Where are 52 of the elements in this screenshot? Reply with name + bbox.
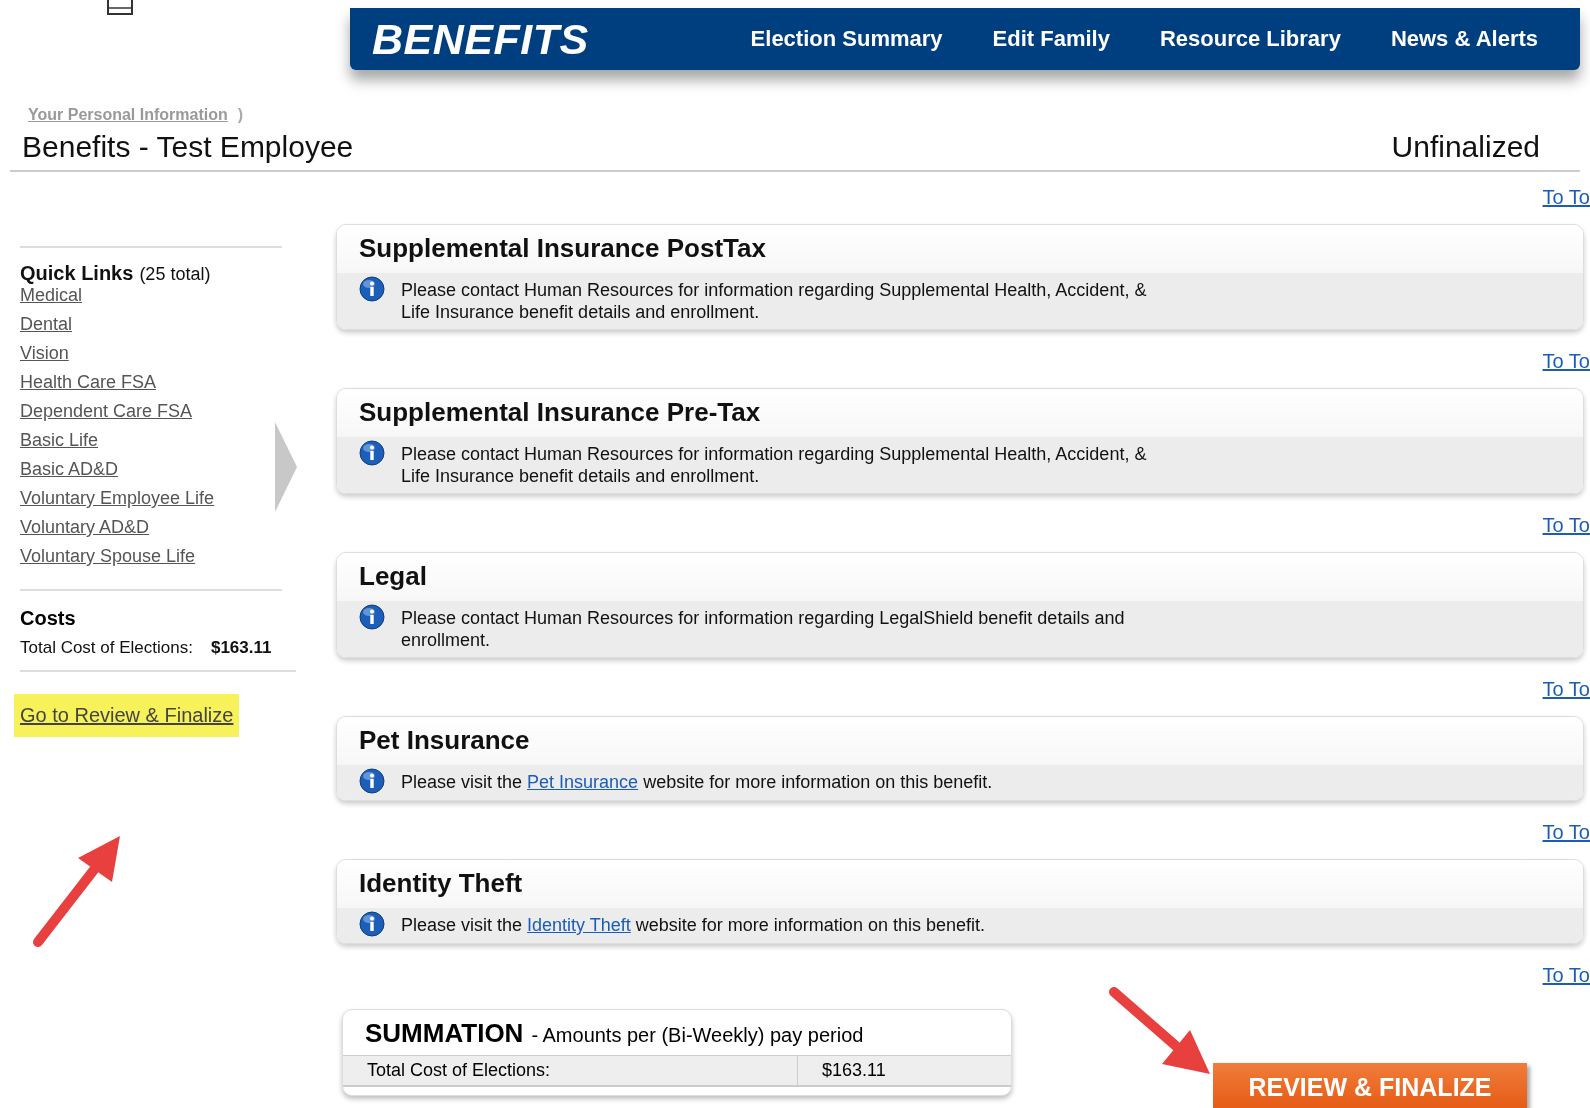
table-cell-text: $163.11 xyxy=(821,1059,887,1082)
to-top-link[interactable]: To To xyxy=(1542,514,1590,536)
quick-link[interactable]: Voluntary AD&D xyxy=(20,517,150,538)
nav-link[interactable]: Resource Library xyxy=(1159,26,1341,52)
info-message: Please visit the Pet Insurance website for more information on this benefit. xyxy=(401,771,994,793)
quick-link[interactable]: Dental xyxy=(20,314,73,335)
quick-link[interactable]: Voluntary Employee Life xyxy=(20,488,215,509)
benefit-link[interactable]: Identity Theft xyxy=(527,915,631,935)
cost-label: Total Cost of Elections: xyxy=(20,638,193,658)
nav-link[interactable]: Edit Family xyxy=(992,26,1110,52)
card-title: Supplemental Insurance PostTax xyxy=(337,225,1583,273)
cost-value: $163.11 xyxy=(210,638,272,658)
to-top-link[interactable]: To To xyxy=(1542,678,1590,700)
to-top-link[interactable]: To To xyxy=(1542,964,1590,986)
status-label: Unfinalized xyxy=(1391,130,1540,164)
card-title: Supplemental Insurance Pre-Tax xyxy=(337,389,1583,437)
info-icon xyxy=(359,276,385,302)
table-cell: Total Cost of Elections: xyxy=(343,1056,798,1085)
breadcrumb-separator: ) xyxy=(237,106,244,124)
benefit-link[interactable]: Pet Insurance xyxy=(527,772,639,792)
quick-link[interactable]: Basic AD&D xyxy=(20,459,119,480)
info-icon xyxy=(359,911,385,937)
review-link[interactable]: Go to Review & Finalize xyxy=(14,694,240,737)
quick-links-heading: Quick Links xyxy=(20,262,134,285)
card-title: Identity Theft xyxy=(337,860,1583,908)
info-message: Please contact Human Resources for information regarding LegalShield benefit details and enrollment. xyxy=(401,607,1126,651)
card-title: Legal xyxy=(337,553,1583,601)
brand-logo[interactable]: BENEFITS xyxy=(372,14,589,64)
nav-link[interactable]: Election Summary xyxy=(750,26,943,52)
quick-link[interactable]: Health Care FSA xyxy=(20,372,157,393)
info-icon xyxy=(359,768,385,794)
summation-subtitle: - Amounts per (Bi-Weekly) pay period xyxy=(531,1024,864,1047)
quick-links-count: (25 total) xyxy=(139,264,211,285)
page-title: Benefits - Test Employee xyxy=(22,130,354,164)
window-icon[interactable] xyxy=(107,0,133,16)
info-icon xyxy=(359,604,385,630)
nav-link[interactable]: News & Alerts xyxy=(1390,26,1538,52)
quick-link[interactable]: Medical xyxy=(20,285,83,306)
summation-title: SUMMATION xyxy=(365,1018,524,1049)
info-message: Please contact Human Resources for information regarding Supplemental Health, Accident, & Life Insurance benefit details and enrollment. xyxy=(401,279,1148,323)
info-icon xyxy=(359,440,385,466)
to-top-link[interactable]: To To xyxy=(1542,350,1590,372)
quick-link[interactable]: Voluntary Spouse Life xyxy=(20,546,196,567)
to-top-link[interactable]: To To xyxy=(1542,186,1590,208)
card-title: Pet Insurance xyxy=(337,717,1583,765)
costs-heading: Costs xyxy=(20,607,77,630)
info-message: Please contact Human Resources for information regarding Supplemental Health, Accident, & Life Insurance benefit details and enrollment. xyxy=(401,443,1148,487)
to-top-link[interactable]: To To xyxy=(1542,821,1590,843)
quick-link[interactable]: Basic Life xyxy=(20,430,99,451)
quick-link[interactable]: Dependent Care FSA xyxy=(20,401,193,422)
quick-link[interactable]: Vision xyxy=(20,343,69,364)
info-message: Please visit the Identity Theft website for more information on this benefit. xyxy=(401,914,986,936)
